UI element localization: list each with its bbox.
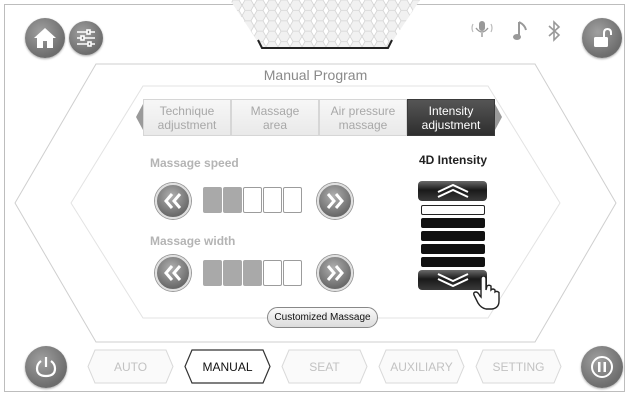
level-segment [263, 187, 282, 213]
home-icon [34, 28, 56, 48]
level-segment [283, 260, 302, 286]
mode-tab-label: AUXILIARY [390, 359, 453, 374]
page-title: Manual Program [263, 67, 368, 83]
mode-tab-label: SETTING [492, 359, 545, 374]
double-chevron-right-icon [326, 265, 344, 281]
intensity-level-bars [418, 205, 487, 267]
double-chevron-right-icon [326, 193, 344, 209]
customized-massage-button[interactable]: Customized Massage [267, 307, 378, 328]
power-button[interactable] [25, 346, 67, 388]
honeycomb-decoration [230, 0, 420, 49]
pause-icon [591, 356, 613, 378]
mode-tab-setting[interactable]: SETTING [475, 349, 562, 384]
mode-tab-seat[interactable]: SEAT [281, 349, 368, 384]
tab-scroll-left-icon[interactable] [135, 104, 143, 130]
hand-pointer-icon [473, 276, 500, 310]
intensity-level-bar [421, 231, 485, 241]
mode-tab-label: MANUAL [202, 359, 253, 374]
intensity-label: 4D Intensity [419, 153, 488, 167]
intensity-level-bar [421, 218, 485, 228]
double-chevron-up-icon [437, 184, 468, 198]
music-note-icon [513, 21, 527, 40]
mode-tab-label: SEAT [309, 359, 340, 374]
mode-tab-manual[interactable]: MANUAL [184, 349, 271, 384]
width-decrease-button[interactable] [155, 255, 191, 291]
program-tabs: Technique adjustment Massage area Air pr… [143, 99, 495, 136]
level-segment [243, 260, 262, 286]
level-segment [203, 260, 222, 286]
power-icon [35, 357, 57, 378]
microphone-icon [471, 21, 493, 37]
settings-sliders-icon [77, 29, 95, 47]
intensity-level-bar [421, 205, 485, 215]
mode-tab-auxiliary[interactable]: AUXILIARY [378, 349, 465, 384]
massage-speed-label: Massage speed [150, 156, 239, 170]
width-level-bar [203, 260, 303, 286]
mode-tab-label: AUTO [113, 359, 148, 374]
double-chevron-left-icon [164, 265, 182, 281]
unlock-button[interactable] [582, 18, 622, 58]
speed-level-bar [203, 187, 303, 213]
tab-technique-adjustment[interactable]: Technique adjustment [143, 99, 231, 136]
home-button[interactable] [25, 18, 65, 58]
tab-intensity-adjustment[interactable]: Intensity adjustment [407, 99, 495, 136]
speed-increase-button[interactable] [317, 183, 353, 219]
mode-tab-auto[interactable]: AUTO [87, 349, 174, 384]
double-chevron-left-icon [164, 193, 182, 209]
tab-scroll-right-icon[interactable] [495, 104, 503, 130]
level-segment [283, 187, 302, 213]
double-chevron-down-icon [437, 273, 468, 287]
intensity-level-bar [421, 244, 485, 254]
tab-massage-area[interactable]: Massage area [231, 99, 319, 136]
level-segment [203, 187, 222, 213]
massage-width-label: Massage width [150, 234, 236, 248]
speed-decrease-button[interactable] [155, 183, 191, 219]
hexagon-outline [14, 63, 617, 343]
settings-sliders-button[interactable] [69, 21, 103, 55]
bluetooth-icon [548, 20, 561, 42]
unlock-icon [594, 27, 612, 47]
level-segment [223, 187, 242, 213]
level-segment [263, 260, 282, 286]
intensity-up-button[interactable] [418, 181, 487, 201]
intensity-level-bar [421, 257, 485, 267]
tab-air-pressure-massage[interactable]: Air pressure massage [319, 99, 407, 136]
level-segment [243, 187, 262, 213]
level-segment [223, 260, 242, 286]
width-increase-button[interactable] [317, 255, 353, 291]
pause-button[interactable] [581, 346, 623, 388]
